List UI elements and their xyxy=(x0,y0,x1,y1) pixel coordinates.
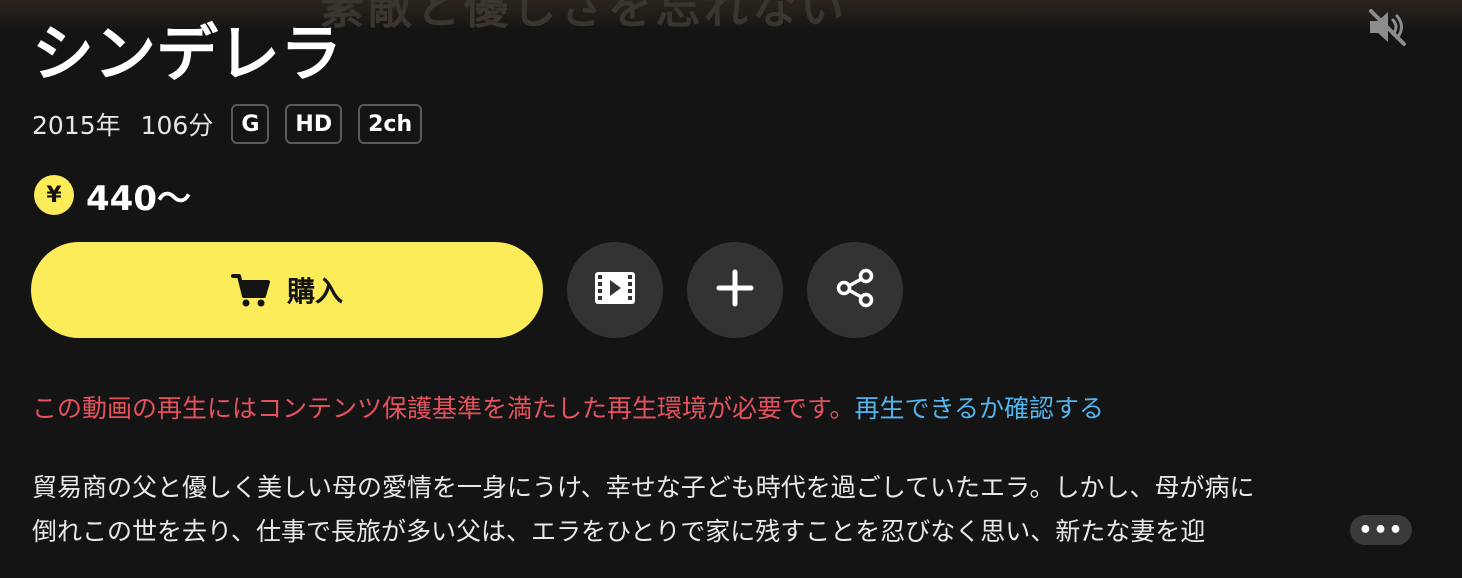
plus-icon xyxy=(715,268,755,312)
rating-badge: G xyxy=(231,104,270,144)
synopsis-line-1: 貿易商の父と優しく美しい母の愛情を一身にうけ、幸せな子ども時代を過ごしていたエラ… xyxy=(32,473,1255,502)
meta-row: 2015年 106分 G HD 2ch xyxy=(32,102,438,146)
playback-requirement-notice: この動画の再生にはコンテンツ保護基準を満たした再生環境が必要です。再生できるか確… xyxy=(32,390,1104,428)
hero-background-text: 素敵と優しさを忘れない xyxy=(320,0,848,30)
show-more-button[interactable]: ••• xyxy=(1350,515,1412,545)
synopsis: 貿易商の父と優しく美しい母の愛情を一身にうけ、幸せな子ども時代を過ごしていたエラ… xyxy=(32,466,1412,554)
film-icon xyxy=(593,268,637,312)
quality-badge: HD xyxy=(285,104,343,144)
buy-button[interactable]: 購入 xyxy=(31,242,543,338)
check-playback-link[interactable]: 再生できるか確認する xyxy=(855,394,1105,423)
playback-warning-text: この動画の再生にはコンテンツ保護基準を満たした再生環境が必要です。 xyxy=(32,394,855,423)
price-row: ¥ 440〜 xyxy=(34,172,191,219)
price-amount: 440〜 xyxy=(86,178,191,219)
trailer-button[interactable] xyxy=(567,242,663,338)
cart-icon xyxy=(230,270,271,310)
release-year: 2015年 xyxy=(32,111,121,140)
yen-icon: ¥ xyxy=(34,175,74,215)
audio-badge: 2ch xyxy=(358,104,423,144)
duration: 106分 xyxy=(140,111,214,140)
share-button[interactable] xyxy=(807,242,903,338)
add-to-list-button[interactable] xyxy=(687,242,783,338)
mute-button[interactable] xyxy=(1362,6,1414,52)
buy-button-label: 購入 xyxy=(286,275,343,308)
page-title: シンデレラ xyxy=(32,17,343,90)
share-icon xyxy=(835,268,875,312)
volume-muted-icon xyxy=(1366,7,1410,51)
synopsis-line-2: 倒れこの世を去り、仕事で長旅が多い父は、エラをひとりで家に残すことを忍びなく思い… xyxy=(32,517,1206,546)
